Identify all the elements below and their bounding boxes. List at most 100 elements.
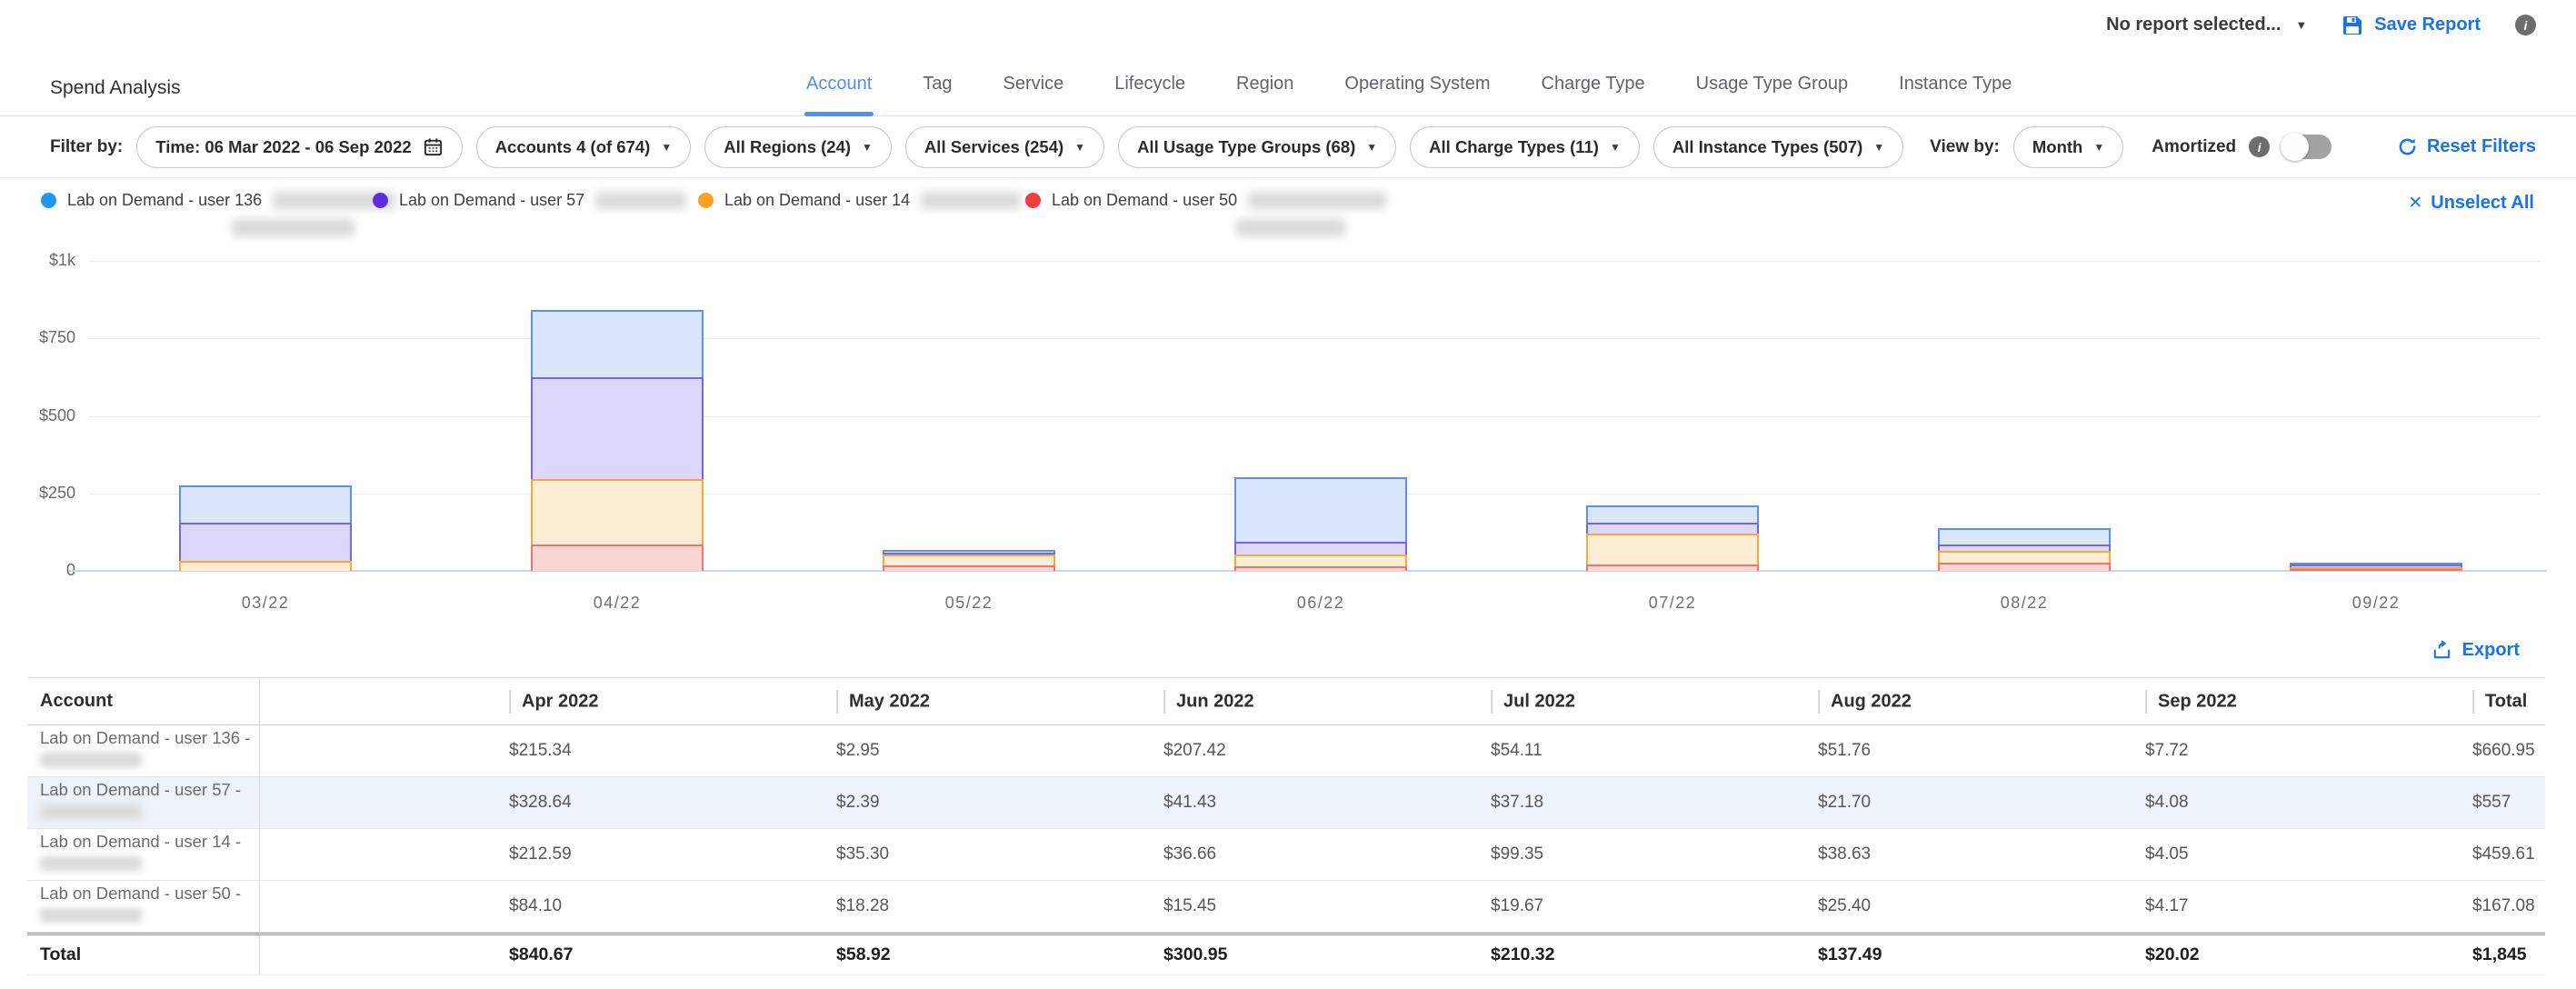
tab-account[interactable]: Account [804, 74, 874, 116]
value-cell: $4.08 [2134, 793, 2461, 813]
stacked-bar-09/22[interactable] [2290, 563, 2462, 571]
bar-segment[interactable] [1586, 523, 1759, 534]
export-row: Export [0, 623, 2576, 677]
bar-segment[interactable] [531, 310, 704, 376]
redacted-text [40, 804, 142, 819]
legend-item[interactable]: Lab on Demand - user 50 [1025, 191, 1386, 241]
tab-charge-type[interactable]: Charge Type [1540, 74, 1647, 116]
stacked-bar-03/22[interactable] [179, 485, 352, 571]
stacked-bar-07/22[interactable] [1586, 505, 1759, 571]
bar-segment[interactable] [531, 479, 704, 544]
account-name: Lab on Demand - user 14 - [40, 831, 498, 854]
filter-pill-label: All Charge Types (11) [1429, 137, 1599, 157]
tab-lifecycle[interactable]: Lifecycle [1113, 74, 1187, 116]
filter-pill[interactable]: All Services (254)▼ [905, 126, 1104, 168]
view-by-dropdown[interactable]: Month ▼ [2013, 126, 2123, 168]
value-cell: $459.61 [2461, 844, 2545, 864]
unselect-all-button[interactable]: ✕ Unselect All [2408, 193, 2534, 214]
gridline [89, 261, 2540, 262]
bar-segment[interactable] [1234, 542, 1407, 554]
redacted-text [921, 192, 1021, 209]
filter-by-label: Filter by: [50, 137, 123, 157]
redacted-text [595, 192, 686, 209]
bar-segment[interactable] [1234, 554, 1407, 566]
tab-instance-type[interactable]: Instance Type [1897, 74, 2013, 116]
legend-item[interactable]: Lab on Demand - user 14 [698, 191, 1021, 210]
info-icon[interactable]: i [2249, 136, 2270, 157]
value-cell: $212.59 [498, 844, 825, 864]
bar-segment[interactable] [1938, 563, 2111, 571]
table-row[interactable]: Lab on Demand - user 57 -$328.64$2.39$41… [27, 777, 2545, 829]
bar-segment[interactable] [1586, 564, 1759, 571]
chart-legend: Lab on Demand - user 136Lab on Demand - … [0, 178, 2576, 247]
legend-item[interactable]: Lab on Demand - user 57 [373, 191, 686, 210]
tab-operating-system[interactable]: Operating System [1343, 74, 1492, 116]
top-bar: No report selected... ▼ Save Report i [0, 0, 2576, 50]
info-icon[interactable]: i [2515, 15, 2536, 35]
value-cell: $38.63 [1807, 844, 2134, 864]
redacted-text [40, 753, 142, 767]
filter-pill[interactable]: All Usage Type Groups (68)▼ [1118, 126, 1396, 168]
table-total-row: Total$840.67$58.92$300.95$210.32$137.49$… [27, 933, 2545, 975]
x-axis-label: 03/22 [202, 594, 329, 613]
spend-bar-chart: $1k$750$500$250003/2204/2205/2206/2207/2… [0, 247, 2576, 623]
legend-dot-icon [41, 193, 56, 208]
tab-tag[interactable]: Tag [921, 74, 954, 116]
filter-pill[interactable]: All Regions (24)▼ [704, 126, 892, 168]
tab-usage-type-group[interactable]: Usage Type Group [1694, 74, 1851, 116]
value-cell: $25.40 [1807, 896, 2134, 916]
save-report-button[interactable]: Save Report [2341, 15, 2481, 36]
bar-segment[interactable] [531, 377, 704, 479]
redacted-text [40, 856, 142, 871]
tab-service[interactable]: Service [1002, 74, 1066, 116]
report-selector-dropdown[interactable]: No report selected... ▼ [2106, 15, 2307, 35]
amortized-toggle[interactable] [2282, 135, 2331, 159]
legend-dot-icon [698, 193, 714, 208]
calendar-icon [423, 136, 444, 157]
value-cell: $7.72 [2134, 741, 2461, 761]
bar-segment[interactable] [883, 565, 1055, 571]
export-button[interactable]: Export [2431, 640, 2520, 661]
table-row[interactable]: Lab on Demand - user 136 -$215.34$2.95$2… [27, 725, 2545, 777]
account-cell: Lab on Demand - user 50 - [27, 883, 498, 930]
bar-segment[interactable] [1938, 544, 2111, 551]
view-by-value: Month [2032, 137, 2082, 157]
bar-segment[interactable] [1586, 534, 1759, 564]
value-cell: $207.42 [1153, 741, 1480, 761]
time-filter-pill[interactable]: Time: 06 Mar 2022 - 06 Sep 2022 [136, 126, 462, 168]
column-header: Sep 2022 [2134, 690, 2461, 714]
bar-segment[interactable] [179, 561, 352, 571]
redacted-text [232, 219, 354, 236]
tab-region[interactable]: Region [1234, 74, 1295, 116]
bar-segment[interactable] [179, 485, 352, 523]
account-name: Lab on Demand - user 57 - [40, 779, 498, 802]
time-filter-value: Time: 06 Mar 2022 - 06 Sep 2022 [155, 137, 411, 157]
export-label: Export [2462, 640, 2520, 661]
value-cell: $41.43 [1153, 793, 1480, 813]
toggle-knob [2281, 133, 2309, 161]
bar-segment[interactable] [883, 554, 1055, 565]
filter-pill[interactable]: All Charge Types (11)▼ [1410, 126, 1640, 168]
table-row[interactable]: Lab on Demand - user 50 -$84.10$18.28$15… [27, 881, 2545, 933]
filter-pill[interactable]: All Instance Types (507)▼ [1653, 126, 1903, 168]
x-axis-label: 08/22 [1961, 594, 2088, 613]
redacted-text [1236, 219, 1345, 236]
bar-segment[interactable] [1938, 551, 2111, 563]
stacked-bar-06/22[interactable] [1234, 477, 1407, 571]
bar-segment[interactable] [2290, 569, 2462, 571]
bar-segment[interactable] [531, 544, 704, 571]
bar-segment[interactable] [1234, 477, 1407, 542]
filter-pill[interactable]: Accounts 4 (of 674)▼ [476, 126, 692, 168]
bar-segment[interactable] [1234, 566, 1407, 571]
value-cell: $2.95 [825, 741, 1153, 761]
bar-segment[interactable] [1586, 505, 1759, 522]
stacked-bar-05/22[interactable] [883, 550, 1055, 571]
reset-filters-button[interactable]: Reset Filters [2397, 136, 2536, 157]
bar-segment[interactable] [179, 523, 352, 560]
gridline [89, 338, 2540, 339]
table-row[interactable]: Lab on Demand - user 14 -$212.59$35.30$3… [27, 829, 2545, 881]
stacked-bar-08/22[interactable] [1938, 528, 2111, 571]
bar-segment[interactable] [1938, 528, 2111, 544]
stacked-bar-04/22[interactable] [531, 310, 704, 571]
legend-item[interactable]: Lab on Demand - user 136 [41, 191, 395, 241]
